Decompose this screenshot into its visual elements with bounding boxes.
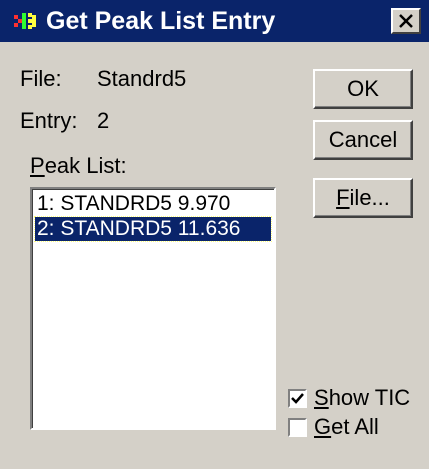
file-button-accel: F <box>336 185 350 210</box>
ok-button[interactable]: OK <box>313 69 413 109</box>
cancel-button[interactable]: Cancel <box>313 120 413 160</box>
entry-label: Entry: <box>20 108 78 133</box>
peak-list-label: Peak List: <box>30 153 127 179</box>
window-title: Get Peak List Entry <box>46 7 276 35</box>
peak-list-box[interactable]: 1: STANDRD5 9.970 2: STANDRD5 11.636 <box>30 187 276 430</box>
entry-value: 2 <box>97 108 110 133</box>
get-all-label[interactable]: Get All <box>314 414 379 440</box>
list-item-selected[interactable]: 2: STANDRD5 11.636 <box>34 216 272 242</box>
show-tic-label[interactable]: Show TIC <box>314 385 410 411</box>
file-button[interactable]: File... <box>313 178 413 218</box>
close-icon <box>399 14 413 28</box>
get-all-rest: et All <box>331 414 379 439</box>
list-item[interactable]: 1: STANDRD5 9.970 <box>35 192 271 216</box>
title-bar[interactable]: Get Peak List Entry <box>0 0 429 42</box>
show-tic-accel: S <box>314 385 329 410</box>
check-icon <box>291 393 304 404</box>
file-value: Standrd5 <box>97 66 187 91</box>
app-icon <box>14 11 38 31</box>
get-all-accel: G <box>314 414 332 439</box>
close-button[interactable] <box>391 8 421 34</box>
get-all-checkbox[interactable] <box>288 418 307 437</box>
peak-list-label-rest: eak List: <box>44 153 127 178</box>
show-tic-rest: how TIC <box>328 385 411 410</box>
get-peak-list-entry-dialog: Get Peak List Entry File: Standrd5 Entry… <box>0 0 429 469</box>
show-tic-checkbox[interactable] <box>288 389 307 408</box>
file-label: File: <box>20 66 62 91</box>
file-button-rest: ile... <box>349 185 390 210</box>
peak-list-label-accel: P <box>30 153 45 178</box>
